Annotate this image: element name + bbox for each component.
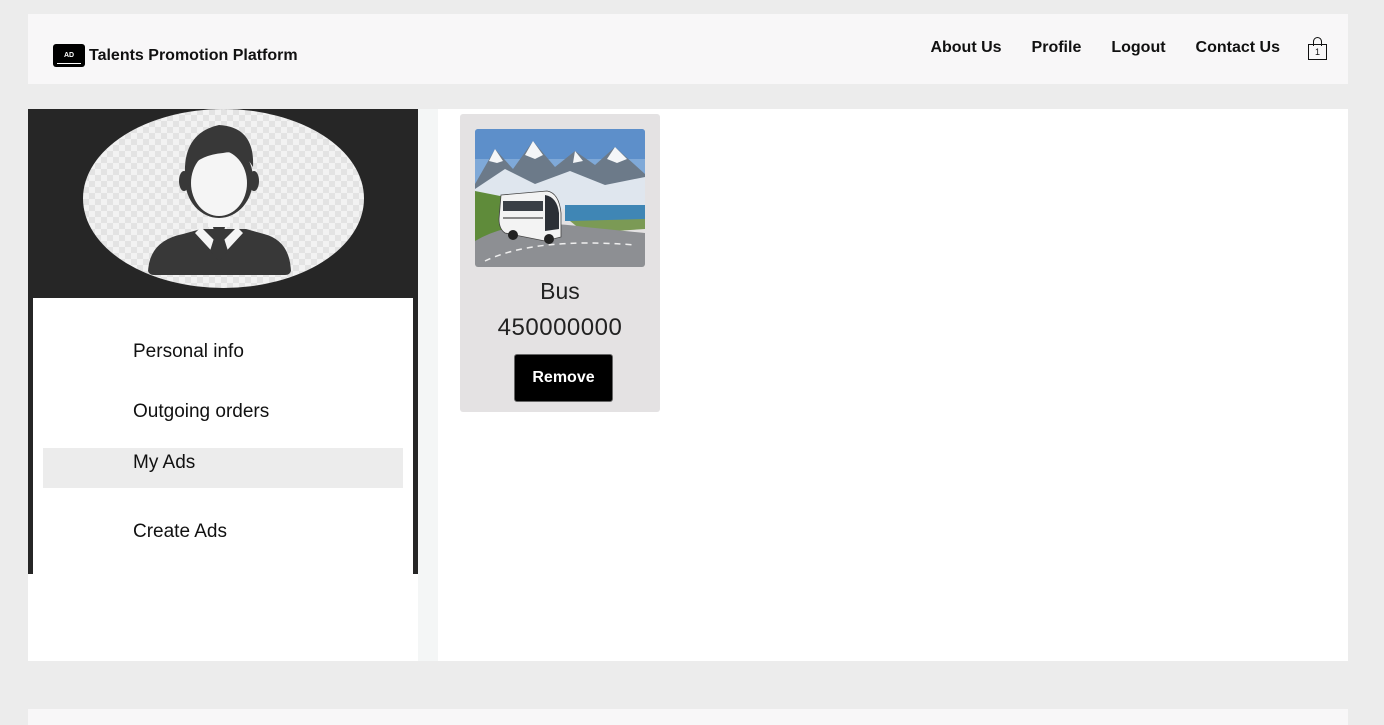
nav-logout[interactable]: Logout (1111, 39, 1165, 57)
sidebar: Personal info Outgoing orders My Ads Cre… (28, 109, 418, 661)
menu-item-outgoing-orders[interactable]: Outgoing orders (43, 396, 403, 436)
brand-logo-icon: AD (53, 44, 85, 67)
ad-card: Bus 450000000 Remove (460, 114, 660, 412)
main-nav: About Us Profile Logout Contact Us 1 (900, 36, 1328, 60)
ad-title: Bus (540, 278, 580, 304)
ad-price: 450000000 (497, 314, 623, 341)
cart-count: 1 (1308, 44, 1327, 60)
nav-contact-us[interactable]: Contact Us (1196, 39, 1280, 57)
brand-title: Talents Promotion Platform (89, 46, 298, 64)
footer (28, 709, 1348, 725)
user-silhouette-icon (148, 125, 291, 275)
nav-about-us[interactable]: About Us (930, 39, 1001, 57)
cart-icon[interactable]: 1 (1308, 36, 1328, 60)
ad-image (475, 129, 645, 267)
menu-item-create-ads[interactable]: Create Ads (43, 516, 403, 556)
brand-logo-text: AD (63, 52, 75, 59)
avatar (83, 109, 364, 288)
nav-profile[interactable]: Profile (1032, 39, 1082, 57)
menu-item-personal-info[interactable]: Personal info (43, 336, 403, 376)
profile-menu: Personal info Outgoing orders My Ads Cre… (33, 298, 413, 574)
menu-item-my-ads[interactable]: My Ads (43, 448, 403, 488)
remove-ad-button[interactable]: Remove (514, 354, 613, 402)
content-gap (418, 109, 438, 661)
bus-photo (475, 129, 645, 267)
brand[interactable]: AD Talents Promotion Platform (53, 44, 298, 67)
top-header: AD Talents Promotion Platform About Us P… (28, 14, 1348, 84)
ads-content: Bus 450000000 Remove (438, 109, 1348, 661)
sidebar-panel: Personal info Outgoing orders My Ads Cre… (28, 109, 418, 574)
